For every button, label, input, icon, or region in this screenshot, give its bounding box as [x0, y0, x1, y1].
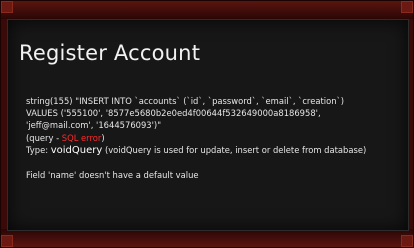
query-context-open: (query - [26, 132, 62, 143]
page-title: Register Account [19, 41, 201, 65]
query-context: (query - SQL error) [26, 132, 396, 144]
frame-corner-top-right [401, 1, 413, 13]
frame-bottom-border [1, 229, 413, 247]
query-context-close: ) [101, 132, 105, 143]
frame-top-border [1, 1, 413, 19]
query-type-description: (voidQuery is used for update, insert or… [102, 144, 367, 155]
query-line: string(155) "INSERT INTO `accounts` (`id… [26, 96, 344, 106]
window-frame: Register Account string(155) "INSERT INT… [0, 0, 414, 248]
query-type-prefix: Type: [26, 144, 51, 155]
frame-corner-bottom-left [1, 235, 13, 247]
error-message: Field 'name' doesn't have a default valu… [26, 170, 199, 181]
query-type-name: voidQuery [50, 144, 103, 156]
frame-corner-top-left [1, 1, 13, 13]
query-line: 'jeff@mail.com', '1644576093')" [26, 120, 162, 131]
error-output: string(155) "INSERT INTO `accounts` (`id… [26, 95, 396, 181]
sql-error-label: SQL error [61, 132, 102, 143]
query-type: Type: voidQuery (voidQuery is used for u… [26, 144, 396, 157]
query-line: VALUES ('555100', '8577e5680b2e0ed4f0064… [26, 108, 321, 119]
frame-corner-bottom-right [401, 235, 413, 247]
